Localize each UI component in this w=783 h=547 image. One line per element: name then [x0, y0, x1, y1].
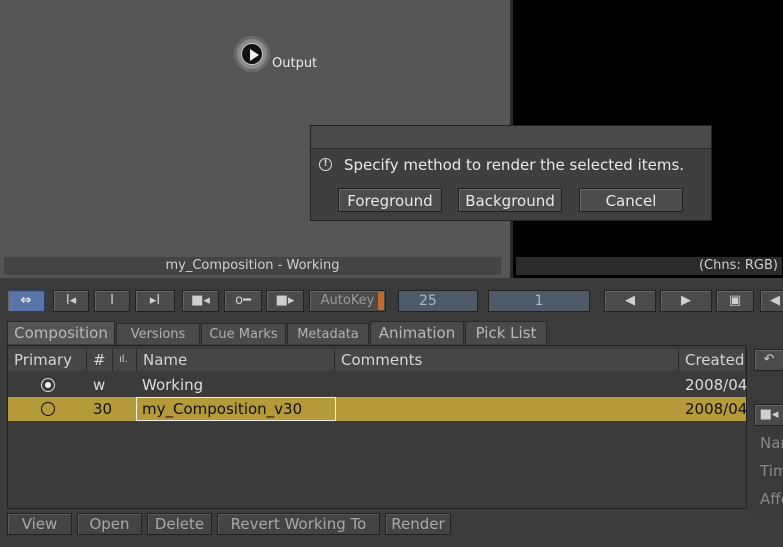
render-button[interactable]: Render [385, 513, 451, 535]
side-label-name: Nar [760, 434, 783, 452]
rewind-icon: ◀ [770, 293, 780, 308]
render-method-dialog: ! Specify method to render the selected … [310, 125, 712, 221]
tab-animation[interactable]: Animation [370, 321, 464, 344]
current-frame-field[interactable]: 25 [398, 290, 478, 312]
previous-key-icon: ■◂ [759, 407, 779, 422]
version-name: Working [142, 376, 204, 394]
revert-working-button[interactable]: Revert Working To [217, 513, 380, 535]
foreground-button[interactable]: Foreground [338, 188, 442, 212]
cancel-button[interactable]: Cancel [579, 188, 683, 212]
schematic-status: my_Composition - Working [4, 257, 501, 275]
go-to-end-button[interactable]: ▸I [135, 290, 175, 312]
frame-step-field[interactable]: 1 [488, 290, 590, 312]
column-header-comments[interactable]: Comments [335, 349, 679, 371]
dialog-message: Specify method to render the selected it… [344, 156, 685, 174]
open-button[interactable]: Open [77, 513, 142, 535]
background-button[interactable]: Background [458, 188, 562, 212]
play-backward-button[interactable]: ◀ [604, 290, 656, 312]
side-label-time: Tim [760, 462, 783, 480]
play-forward-button[interactable]: ▶ [660, 290, 712, 312]
tab-cue-marks[interactable]: Cue Marks [201, 323, 286, 344]
version-created: 2008/04 [685, 376, 748, 394]
go-to-start-button[interactable]: I◂ [53, 290, 89, 312]
autokey-indicator [378, 292, 384, 310]
set-key-button[interactable]: o━ [224, 290, 262, 312]
next-key-button[interactable]: ■▸ [266, 290, 304, 312]
table-row[interactable]: 30 my_Composition_v30 2008/04 [8, 397, 748, 421]
mark-in-button[interactable]: I [94, 290, 130, 312]
primary-radio[interactable] [41, 402, 55, 416]
undo-icon: ↶ [763, 352, 775, 367]
side-label-affect: Affe [760, 490, 783, 508]
version-number: 30 [93, 400, 113, 418]
side-undo-button[interactable]: ↶ [754, 349, 783, 371]
play-loop-button[interactable]: ▣ [716, 290, 754, 312]
tab-versions[interactable]: Versions [116, 323, 200, 344]
column-header-created[interactable]: Created [679, 349, 746, 371]
info-icon: ! [319, 158, 332, 171]
autokey-button[interactable]: AutoKey [309, 290, 386, 312]
loop-play-icon: ▣ [728, 293, 742, 308]
dialog-titlebar[interactable] [311, 126, 711, 149]
viewer-status: (Chns: RGB) [516, 257, 782, 275]
key-icon: o━ [235, 293, 251, 308]
version-created: 2008/04 [685, 400, 748, 418]
tab-pick-list[interactable]: Pick List [465, 321, 547, 344]
version-name: my_Composition_v30 [142, 400, 303, 418]
view-button[interactable]: View [7, 513, 72, 535]
sync-button[interactable]: ⇔ [7, 290, 45, 312]
double-arrow-icon: ⇔ [20, 293, 32, 308]
output-node-label: Output [272, 56, 318, 71]
output-node-icon[interactable] [234, 36, 270, 72]
play-backward-icon: ◀ [625, 293, 635, 308]
column-header-name[interactable]: Name [137, 349, 335, 371]
table-row[interactable]: w Working 2008/04 [8, 373, 748, 397]
version-number: w [93, 376, 106, 394]
column-sort-icon[interactable]: ıl. [113, 349, 137, 371]
previous-key-button[interactable]: ■◂ [182, 290, 219, 312]
column-header-number[interactable]: # [87, 349, 113, 371]
rewind-button[interactable]: ◀ [760, 290, 783, 312]
play-forward-icon: ▶ [681, 293, 691, 308]
primary-radio[interactable] [41, 378, 55, 392]
delete-button[interactable]: Delete [147, 513, 212, 535]
tab-metadata[interactable]: Metadata [287, 323, 369, 344]
side-previous-button[interactable]: ■◂ [754, 404, 783, 426]
previous-key-icon: ■◂ [191, 293, 210, 308]
next-key-icon: ■▸ [275, 293, 295, 308]
tab-composition[interactable]: Composition [7, 321, 115, 344]
column-header-primary[interactable]: Primary [8, 349, 87, 371]
